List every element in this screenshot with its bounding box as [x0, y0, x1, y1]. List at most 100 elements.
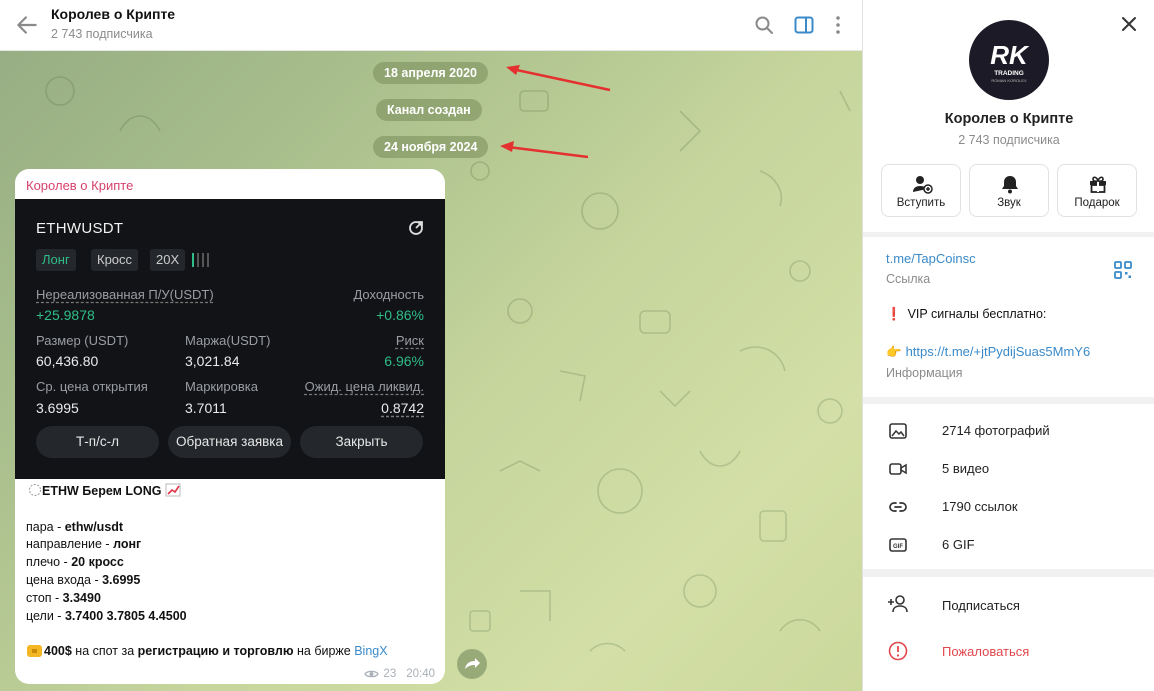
eye-icon: [364, 670, 380, 678]
stop-label: стоп -: [26, 590, 63, 605]
share-icon: [409, 221, 423, 235]
gifs-row[interactable]: GIF 6 GIF: [863, 526, 1154, 564]
subscribe-button[interactable]: Подписаться: [942, 598, 1020, 613]
join-label: Вступить: [896, 197, 946, 209]
report-button[interactable]: Пожаловаться: [942, 644, 1029, 659]
channel-link[interactable]: t.me/TapCoinsc: [886, 251, 976, 266]
message-sender[interactable]: Королев о Крипте: [26, 178, 133, 193]
link-caption: Ссылка: [886, 272, 931, 286]
gif-icon: GIF: [889, 538, 907, 552]
yield-value: +0.86%: [376, 307, 424, 323]
chat-header: Королев о Крипте 2 743 подписчика: [0, 0, 862, 51]
video-icon: [889, 463, 907, 475]
unrealized-pnl-label: Нереализованная П/У(USDT): [36, 287, 214, 302]
search-icon[interactable]: [752, 13, 776, 37]
channel-info-panel: RK TRADING ROMAN KOROLEV Королев о Крипт…: [862, 0, 1154, 691]
liq-price-label: Ожид. цена ликвид.: [304, 379, 424, 394]
direction-label: направление -: [26, 537, 114, 552]
profile-section: RK TRADING ROMAN KOROLEV Королев о Крипт…: [863, 0, 1154, 232]
avatar-logo-text: RK: [990, 40, 1030, 70]
message-time: 20:40: [406, 668, 435, 680]
info-section: t.me/TapCoinsc Ссылка ❗ VIP сигналы беспл…: [863, 237, 1154, 397]
leverage-bars-icon: [192, 253, 209, 267]
service-message-pill: Канал создан: [376, 99, 482, 121]
panel-channel-name: Королев о Крипте: [944, 111, 1074, 127]
info-link[interactable]: https://t.me/+jtPydijSuas5MmY6: [906, 344, 1091, 359]
risk-label: Риск: [395, 333, 424, 348]
open-price-label: Ср. цена открытия: [36, 379, 148, 394]
forward-button[interactable]: [457, 649, 487, 679]
photos-count: 2714 фотографий: [942, 423, 1050, 438]
back-arrow-icon[interactable]: [14, 12, 40, 38]
bingx-link[interactable]: BingX: [354, 644, 387, 658]
gift-icon: [1090, 176, 1106, 193]
stop-value: 3.3490: [62, 590, 101, 605]
info-caption: Информация: [886, 366, 963, 380]
targets-label: цели -: [26, 608, 65, 623]
tp-sl-button: Т-п/с-л: [36, 426, 159, 458]
link-icon: [889, 502, 907, 512]
mark-price-value: 3.7011: [185, 400, 227, 416]
liq-price-value: 0.8742: [381, 400, 424, 416]
promo-line: 400$ на спот за регистрацию и торговлю н…: [26, 643, 436, 661]
leverage-value: 20 кросс: [71, 555, 124, 570]
view-count: 23: [383, 668, 397, 680]
date-pill: 18 апреля 2020: [373, 62, 488, 84]
money-bag-icon: [27, 645, 42, 658]
sidebar-toggle-icon[interactable]: [792, 13, 816, 37]
size-label: Размер (USDT): [36, 333, 129, 348]
headline-text: ETHW Берем LONG: [42, 484, 162, 498]
more-menu-icon[interactable]: [826, 13, 850, 37]
links-row[interactable]: 1790 ссылок: [863, 488, 1154, 526]
date-pill: 24 ноября 2024: [373, 136, 489, 158]
pointing-hand-icon: 👉: [886, 345, 902, 359]
videos-row[interactable]: 5 видео: [863, 450, 1154, 488]
message-meta: 23 20:40: [364, 668, 435, 680]
thought-bubble-icon: [29, 484, 41, 496]
leverage-label: плечо -: [26, 555, 72, 570]
trade-screenshot[interactable]: ETHWUSDT Лонг Кросс 20X Нереализованная …: [15, 199, 445, 479]
subscribe-icon[interactable]: [887, 593, 909, 615]
report-icon[interactable]: [887, 640, 909, 662]
red-arrow-annotation: [506, 65, 611, 92]
entry-label: цена входа -: [26, 572, 103, 587]
svg-text:GIF: GIF: [893, 544, 903, 550]
channel-title[interactable]: Королев о Крипте: [51, 6, 175, 22]
leverage-tag: 20X: [150, 249, 186, 271]
sound-button[interactable]: Звук: [969, 164, 1049, 217]
message-text: ETHW Берем LONG пара - ethw/usdt направл…: [26, 483, 436, 661]
add-user-icon: [913, 176, 933, 194]
red-arrow-annotation: [500, 141, 589, 159]
gift-label: Подарок: [1074, 197, 1120, 209]
promo-text-1: на спот за: [71, 644, 138, 659]
chat-area[interactable]: 18 апреля 2020 Канал создан 24 ноября 20…: [0, 51, 862, 691]
qr-code-icon[interactable]: [1114, 261, 1132, 279]
margin-label: Маржа(USDT): [185, 333, 271, 348]
media-section: 2714 фотографий 5 видео 1790 ссылок GIF …: [863, 404, 1154, 569]
vip-text: VIP сигналы бесплатно:: [907, 307, 1047, 321]
unrealized-pnl-value: +25.9878: [36, 307, 95, 323]
exclamation-icon: ❗: [886, 307, 902, 321]
margin-value: 3,021.84: [185, 353, 240, 369]
photos-row[interactable]: 2714 фотографий: [863, 412, 1154, 450]
gift-button[interactable]: Подарок: [1057, 164, 1137, 217]
reverse-order-button: Обратная заявка: [168, 426, 291, 458]
pair-value: ethw/usdt: [64, 519, 124, 534]
links-count: 1790 ссылок: [942, 499, 1018, 514]
trade-symbol: ETHWUSDT: [36, 220, 124, 237]
join-button[interactable]: Вступить: [881, 164, 961, 217]
close-icon[interactable]: [1119, 14, 1139, 34]
entry-value: 3.6995: [102, 572, 141, 587]
info-link-line: 👉 https://t.me/+jtPydijSuas5MmY6: [886, 344, 1090, 360]
vip-line: ❗ VIP сигналы бесплатно:: [886, 307, 1046, 322]
chart-up-icon: [165, 483, 181, 497]
direction-value: лонг: [113, 537, 142, 552]
videos-count: 5 видео: [942, 461, 990, 476]
rk-logo-icon: RK TRADING ROMAN KOROLEV: [990, 40, 1030, 83]
avatar-line-1: TRADING: [994, 70, 1024, 77]
channel-avatar[interactable]: RK TRADING ROMAN KOROLEV: [969, 20, 1049, 100]
headline-line: ETHW Берем LONG: [26, 483, 436, 501]
actions-section: Подписаться Пожаловаться: [863, 577, 1154, 691]
message-bubble[interactable]: Королев о Крипте ETHWUSDT Лонг Кросс 20X…: [15, 169, 445, 684]
gifs-count: 6 GIF: [942, 537, 975, 552]
